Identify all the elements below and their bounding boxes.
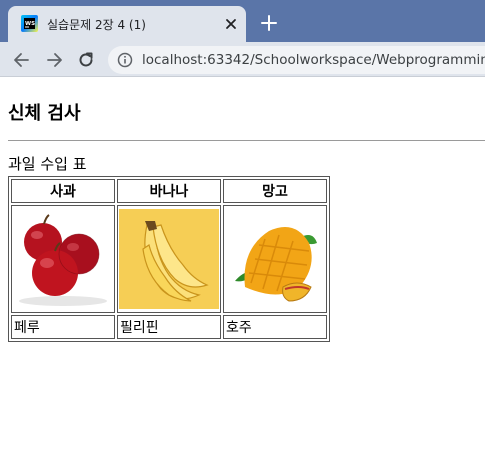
header-mango: 망고 [223, 179, 327, 203]
forward-arrow-icon[interactable] [44, 50, 64, 70]
address-bar[interactable]: localhost:63342/Schoolworkspace/Webprogr… [108, 46, 485, 74]
banana-cell [117, 205, 221, 313]
page-content: 신체 검사 과일 수입 표 사과 바나나 망고 페루 필리핀 호주 [0, 78, 485, 454]
table-header-row: 사과 바나나 망고 [11, 179, 327, 203]
url-text: localhost:63342/Schoolworkspace/Webprogr… [142, 52, 485, 68]
fruit-import-table: 과일 수입 표 사과 바나나 망고 페루 필리핀 호주 [8, 155, 330, 342]
webstorm-icon: WS [21, 15, 38, 32]
header-apple: 사과 [11, 179, 115, 203]
close-icon[interactable] [222, 15, 240, 33]
svg-text:WS: WS [25, 21, 35, 27]
info-icon[interactable] [117, 52, 133, 68]
origin-apple: 페루 [11, 315, 115, 339]
back-arrow-icon[interactable] [12, 50, 32, 70]
header-banana: 바나나 [117, 179, 221, 203]
table-caption: 과일 수입 표 [8, 155, 87, 173]
new-tab-plus-icon[interactable] [260, 14, 278, 32]
browser-tab[interactable]: WS 실습문제 2장 4 (1) [8, 6, 246, 42]
mango-cell [223, 205, 327, 313]
table-image-row [11, 205, 327, 313]
browser-toolbar: localhost:63342/Schoolworkspace/Webprogr… [0, 42, 485, 77]
mango-image [225, 209, 325, 309]
origin-mango: 호주 [223, 315, 327, 339]
horizontal-rule [8, 140, 485, 141]
apple-cell [11, 205, 115, 313]
tab-strip: WS 실습문제 2장 4 (1) [0, 0, 485, 42]
apple-image [13, 209, 113, 309]
page-title: 신체 검사 [8, 103, 81, 124]
banana-image [119, 209, 219, 309]
table-origin-row: 페루 필리핀 호주 [11, 315, 327, 339]
tab-title: 실습문제 2장 4 (1) [47, 18, 146, 32]
reload-icon[interactable] [76, 50, 96, 70]
origin-banana: 필리핀 [117, 315, 221, 339]
